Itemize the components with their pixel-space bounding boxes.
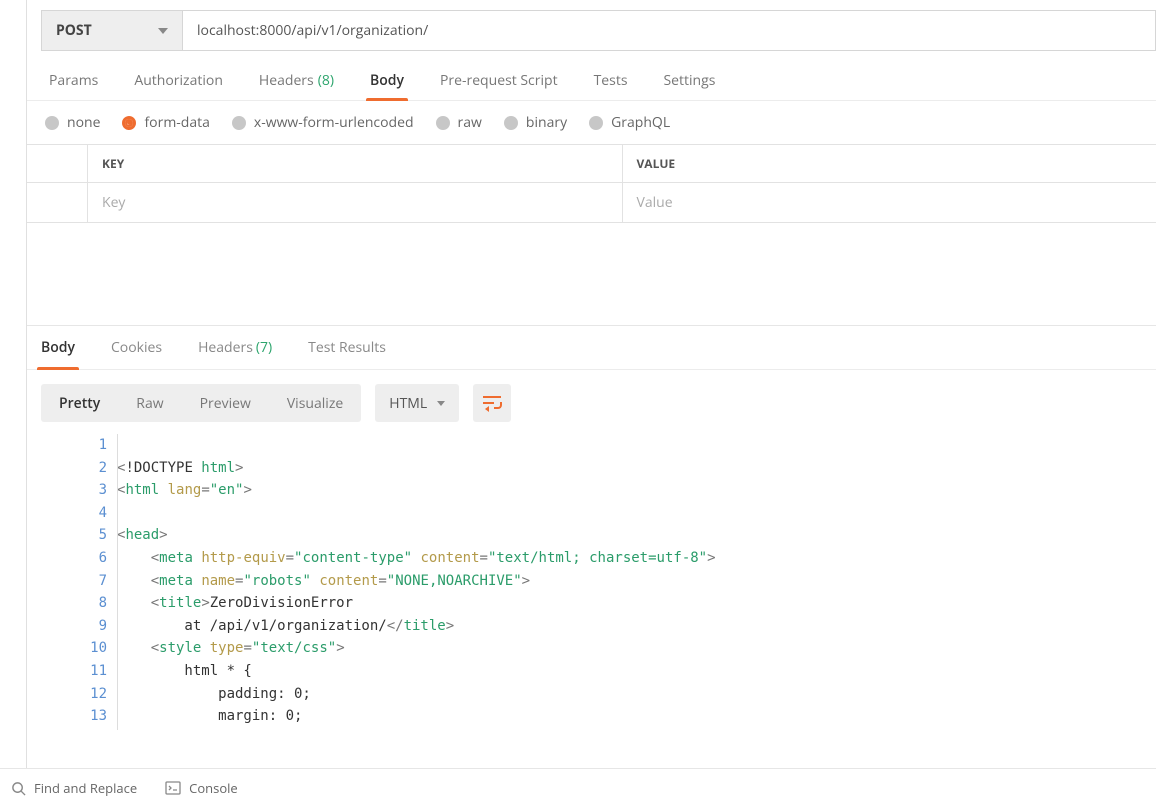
url-input[interactable]: localhost:8000/api/v1/organization/ <box>183 10 1156 51</box>
value-input[interactable]: Value <box>622 183 1156 222</box>
tab-headers[interactable]: Headers(8) <box>255 61 338 100</box>
response-body-code[interactable]: 1 2 3 4 5 6 7 8 9 10 11 12 13 14 <!DOCTY… <box>27 430 1156 730</box>
radio-icon <box>436 116 450 130</box>
chevron-down-icon <box>158 28 168 34</box>
resp-tab-headers[interactable]: Headers(7) <box>194 326 276 369</box>
view-raw[interactable]: Raw <box>118 384 181 422</box>
language-select[interactable]: HTML <box>375 384 459 422</box>
resp-tab-cookies[interactable]: Cookies <box>107 326 166 369</box>
column-value: VALUE <box>622 145 1156 182</box>
console-button[interactable]: Console <box>165 779 238 797</box>
body-type-formdata[interactable]: form-data <box>122 113 209 132</box>
radio-icon <box>589 116 603 130</box>
code-content: <!DOCTYPE html> <html lang="en"> <head> … <box>117 434 716 730</box>
body-type-none[interactable]: none <box>45 113 100 132</box>
tab-body[interactable]: Body <box>366 61 408 100</box>
body-type-graphql[interactable]: GraphQL <box>589 113 670 132</box>
row-handle[interactable] <box>27 183 87 222</box>
resp-tab-body[interactable]: Body <box>37 326 79 369</box>
formdata-table: KEY VALUE Key Value <box>27 144 1156 223</box>
console-icon <box>165 780 181 796</box>
key-input[interactable]: Key <box>87 183 622 222</box>
http-method-select[interactable]: POST <box>41 10 183 51</box>
view-pretty[interactable]: Pretty <box>41 384 118 422</box>
radio-icon <box>232 116 246 130</box>
radio-icon <box>122 116 136 130</box>
radio-icon <box>504 116 518 130</box>
tab-authorization[interactable]: Authorization <box>130 61 227 100</box>
find-replace-button[interactable]: Find and Replace <box>10 779 137 797</box>
search-icon <box>10 780 26 796</box>
body-type-binary[interactable]: binary <box>504 113 567 132</box>
radio-icon <box>45 116 59 130</box>
body-type-xwww[interactable]: x-www-form-urlencoded <box>232 113 414 132</box>
http-method-value: POST <box>56 21 92 40</box>
body-type-raw[interactable]: raw <box>436 113 482 132</box>
wrap-lines-button[interactable] <box>473 384 511 422</box>
view-mode-segment: Pretty Raw Preview Visualize <box>41 384 361 422</box>
column-key: KEY <box>87 145 622 182</box>
chevron-down-icon <box>437 401 445 406</box>
tab-settings[interactable]: Settings <box>659 61 719 100</box>
url-text: localhost:8000/api/v1/organization/ <box>197 21 428 40</box>
resp-tab-testresults[interactable]: Test Results <box>304 326 390 369</box>
line-gutter: 1 2 3 4 5 6 7 8 9 10 11 12 13 14 <box>27 434 117 730</box>
view-preview[interactable]: Preview <box>182 384 269 422</box>
wrap-icon <box>483 396 501 410</box>
tab-prerequest[interactable]: Pre-request Script <box>436 61 562 100</box>
status-bar: Find and Replace Console <box>0 768 1156 807</box>
view-visualize[interactable]: Visualize <box>269 384 361 422</box>
tab-tests[interactable]: Tests <box>590 61 632 100</box>
tab-params[interactable]: Params <box>45 61 102 100</box>
